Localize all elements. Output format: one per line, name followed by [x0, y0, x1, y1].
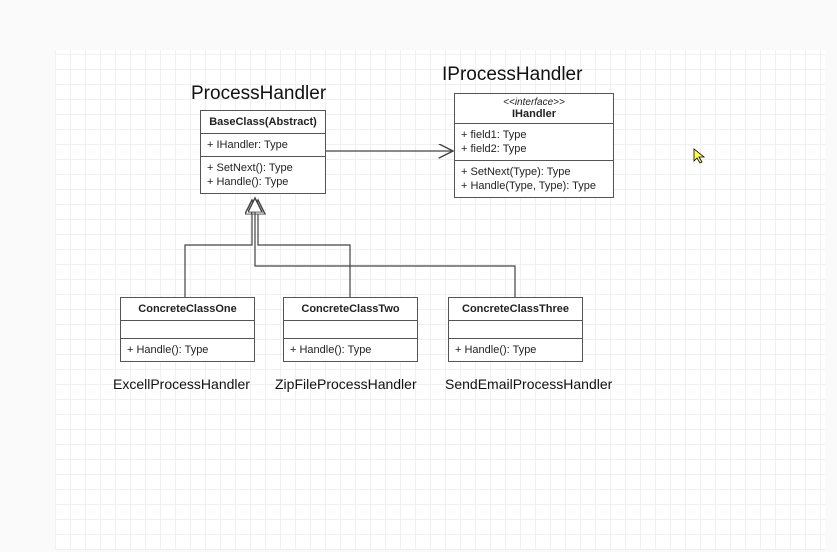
class-fields-empty — [121, 320, 254, 338]
class-methods: + Handle(): Type — [449, 338, 582, 361]
method: + SetNext(): Type — [207, 161, 319, 175]
class-title: IHandler — [461, 108, 607, 120]
method: + Handle(): Type — [207, 175, 319, 189]
label-excell: ExcellProcessHandler — [113, 376, 250, 392]
method: + Handle(): Type — [127, 343, 248, 357]
diagram-canvas[interactable]: ProcessHandler IProcessHandler BaseClass… — [55, 50, 825, 550]
label-process-handler: ProcessHandler — [191, 83, 326, 105]
class-concrete-one[interactable]: ConcreteClassOne + Handle(): Type — [120, 297, 255, 362]
cursor-icon — [693, 148, 709, 164]
class-fields: + field1: Type + field2: Type — [455, 123, 613, 160]
method: + Handle(): Type — [455, 343, 576, 357]
field: + field1: Type — [461, 128, 607, 142]
label-iprocess-handler: IProcessHandler — [442, 64, 582, 86]
class-concrete-three[interactable]: ConcreteClassThree + Handle(): Type — [448, 297, 583, 362]
label-sendemail: SendEmailProcessHandler — [445, 376, 612, 392]
class-title: BaseClass(Abstract) — [201, 111, 325, 133]
class-title: ConcreteClassThree — [449, 298, 582, 320]
stereotype: <<interface>> — [461, 97, 607, 108]
class-header: <<interface>> IHandler — [455, 94, 613, 123]
label-zip: ZipFileProcessHandler — [275, 376, 417, 392]
class-concrete-two[interactable]: ConcreteClassTwo + Handle(): Type — [283, 297, 418, 362]
class-methods: + Handle(): Type — [284, 338, 417, 361]
field: + IHandler: Type — [207, 138, 319, 152]
class-baseclass[interactable]: BaseClass(Abstract) + IHandler: Type + S… — [200, 110, 326, 194]
class-methods: + Handle(): Type — [121, 338, 254, 361]
class-title: ConcreteClassTwo — [284, 298, 417, 320]
class-fields-empty — [449, 320, 582, 338]
class-fields: + IHandler: Type — [201, 133, 325, 156]
method: + Handle(Type, Type): Type — [461, 179, 607, 193]
class-methods: + SetNext(Type): Type + Handle(Type, Typ… — [455, 160, 613, 197]
field: + field2: Type — [461, 142, 607, 156]
class-methods: + SetNext(): Type + Handle(): Type — [201, 156, 325, 193]
method: + SetNext(Type): Type — [461, 165, 607, 179]
class-ihandler[interactable]: <<interface>> IHandler + field1: Type + … — [454, 93, 614, 198]
class-fields-empty — [284, 320, 417, 338]
class-title: ConcreteClassOne — [121, 298, 254, 320]
method: + Handle(): Type — [290, 343, 411, 357]
